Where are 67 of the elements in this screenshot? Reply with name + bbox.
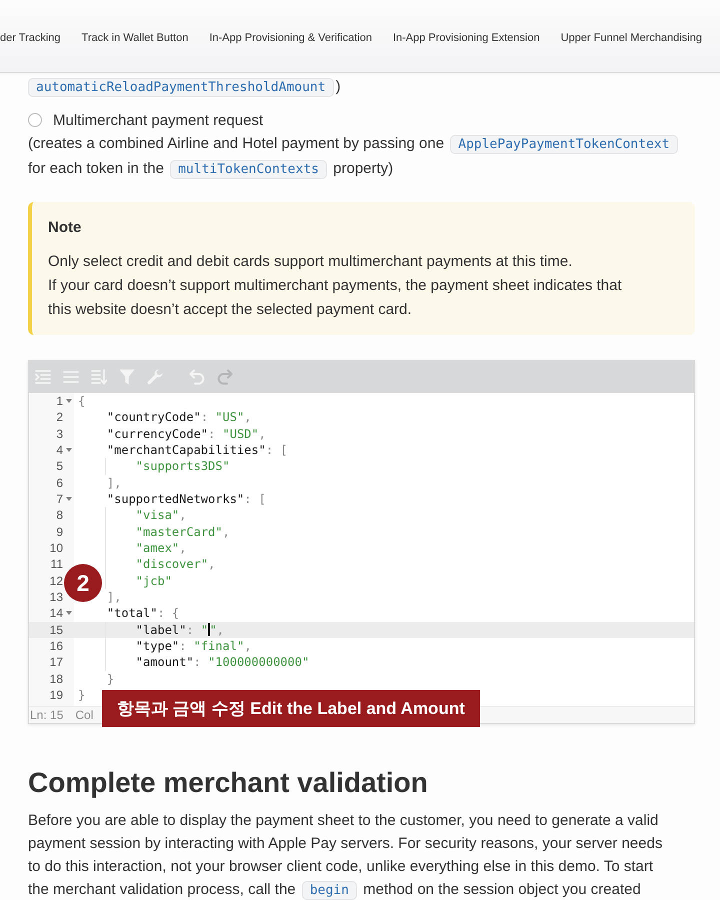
code-line: } bbox=[78, 686, 86, 704]
cursor-column-status: Col bbox=[75, 707, 94, 724]
option-description: (creates a combined Airline and Hotel payment by passing one ApplePayPaymentTokenContext for each token in the multiTokenContexts property) bbox=[28, 132, 698, 181]
nav-link[interactable]: Track in Wallet Button bbox=[82, 32, 188, 44]
code-line: "amex", bbox=[136, 540, 186, 556]
code-line: "countryCode": "US", bbox=[106, 409, 252, 426]
line-number: 17 bbox=[50, 654, 63, 671]
line-number: 8 bbox=[56, 507, 63, 524]
code-line: "merchantCapabilities": [ bbox=[106, 442, 288, 458]
caption-banner: 항목과 금액 수정 Edit the Label and Amount bbox=[102, 690, 480, 727]
code-line: "supportedNetworks": [ bbox=[106, 490, 266, 508]
code-line: "currencyCode": "USD", bbox=[106, 426, 266, 442]
text-cursor-icon bbox=[208, 623, 210, 636]
line-number: 5 bbox=[56, 458, 63, 475]
cursor-line-status: Ln: 15 bbox=[30, 707, 64, 724]
line-number: 2 bbox=[56, 409, 63, 426]
nav-link[interactable]: In-App Provisioning & Verification bbox=[209, 32, 372, 44]
body-text: Before you are able to display the payment sheet to the customer, you need to generate a valid payment session by interacting with Apple Pay servers. For security reasons, your server needs to do this interaction, not your browser client code, unlike everything else in this demo. To start the merchant validation process, call the begin method on the session object you created bbox=[28, 811, 664, 900]
line-number: 18 bbox=[50, 670, 63, 687]
line-number: 1 bbox=[56, 393, 63, 410]
code-line: "masterCard", bbox=[136, 524, 230, 540]
fold-arrow-icon[interactable] bbox=[66, 611, 72, 616]
code-line: "amount": "100000000000" bbox=[136, 654, 310, 671]
line-number: 7 bbox=[56, 490, 63, 508]
radio-button[interactable] bbox=[28, 113, 42, 127]
line-number: 10 bbox=[50, 540, 63, 556]
code-line: "jcb" bbox=[136, 572, 172, 589]
line-number: 12 bbox=[50, 572, 63, 589]
code-line: "discover", bbox=[136, 556, 216, 573]
code-line: "visa", bbox=[136, 507, 186, 524]
undo-icon[interactable] bbox=[189, 369, 205, 385]
code-line: "type": "final", bbox=[136, 638, 252, 654]
line-number: 9 bbox=[56, 524, 63, 540]
line-number: 3 bbox=[56, 426, 63, 442]
note-text: Only select credit and debit cards support multimerchant payments at this time. bbox=[48, 252, 574, 272]
nav-link[interactable]: der Tracking bbox=[0, 32, 61, 44]
note-title: Note bbox=[48, 218, 82, 238]
fold-arrow-icon[interactable] bbox=[66, 399, 72, 404]
line-number: 15 bbox=[50, 622, 63, 638]
filter-icon[interactable] bbox=[119, 369, 135, 385]
option-label[interactable]: Multimerchant payment request bbox=[53, 112, 264, 128]
line-number: 4 bbox=[56, 442, 63, 458]
fold-arrow-icon[interactable] bbox=[66, 497, 72, 502]
nav-link[interactable]: In-App Provisioning Extension bbox=[392, 32, 540, 44]
fold-arrow-icon[interactable] bbox=[66, 448, 72, 452]
code-line: ], bbox=[106, 474, 122, 491]
code-line: ], bbox=[106, 588, 122, 606]
code-line: "supports3DS" bbox=[136, 458, 230, 475]
body-text: automaticReloadPaymentThresholdAmount ) bbox=[28, 75, 698, 100]
lines-icon[interactable] bbox=[63, 369, 79, 385]
line-number: 16 bbox=[50, 638, 63, 654]
section-heading: Complete merchant validation bbox=[28, 766, 429, 800]
code-line: { bbox=[78, 393, 86, 410]
line-number: 11 bbox=[50, 556, 63, 573]
wrench-icon[interactable] bbox=[147, 369, 163, 385]
code-line: } bbox=[106, 670, 114, 687]
line-number: 13 bbox=[50, 588, 63, 606]
note-text: If your card doesn’t support multimerchant payments, the payment sheet indicates that this website doesn’t accept the selected payment card. bbox=[48, 276, 623, 320]
line-number: 14 bbox=[50, 605, 63, 622]
sort-icon[interactable] bbox=[91, 369, 107, 385]
line-number: 6 bbox=[56, 474, 63, 491]
code-line: "label": " bbox=[136, 622, 208, 638]
code-line: "total": { bbox=[106, 605, 180, 622]
indent-lines-icon[interactable] bbox=[35, 369, 51, 385]
nav-link[interactable]: Upper Funnel Merchandising bbox=[560, 32, 702, 44]
line-number: 19 bbox=[50, 686, 63, 704]
code-line: ", bbox=[210, 622, 224, 638]
